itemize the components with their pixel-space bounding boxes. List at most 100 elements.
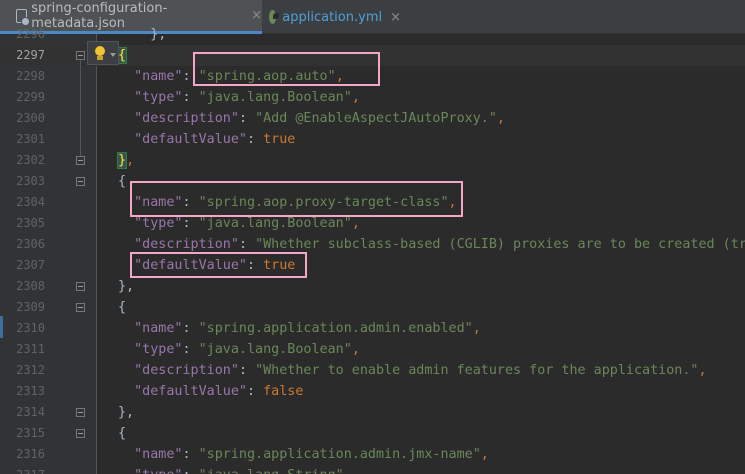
line-number: 2313	[16, 384, 45, 398]
code-token: "Add @EnableAspectJAutoProxy."	[255, 111, 497, 126]
code-line[interactable]: 2314},	[0, 402, 745, 423]
line-number: 2300	[16, 111, 45, 125]
code-token: "Whether to enable admin features for th…	[255, 363, 699, 378]
code-token: "spring.aop.proxy-target-class"	[198, 195, 449, 210]
code-token: }	[116, 152, 128, 169]
code-text: "description": "Whether subclass-based (…	[118, 234, 745, 255]
line-number: 2315	[16, 426, 45, 440]
code-token: "defaultValue"	[134, 132, 247, 147]
code-text: "description": "Add @EnableAspectJAutoPr…	[118, 108, 505, 129]
code-token: :	[183, 468, 199, 474]
code-token: :	[247, 258, 264, 273]
code-line[interactable]: 2306 "description": "Whether subclass-ba…	[0, 234, 745, 255]
code-text: {	[118, 297, 126, 318]
code-token: true	[263, 258, 296, 273]
code-text: "defaultValue": false	[118, 381, 303, 402]
code-line[interactable]: 2309 {	[0, 297, 745, 318]
code-token: :	[182, 90, 199, 105]
code-line[interactable]: 2315 {	[0, 423, 745, 444]
fold-icon[interactable]	[76, 408, 85, 417]
line-number: 2312	[16, 363, 45, 377]
fold-icon[interactable]	[76, 177, 85, 186]
code-token: "defaultValue"	[134, 384, 247, 399]
fold-icon[interactable]	[76, 282, 85, 291]
code-line[interactable]: 2302},	[0, 150, 745, 171]
code-token: "type"	[134, 216, 183, 231]
code-token: ,	[496, 111, 505, 126]
code-token: "Whether subclass-based (CGLIB) proxies …	[255, 237, 745, 252]
code-text: {	[118, 171, 126, 192]
close-icon[interactable]: ×	[390, 10, 401, 25]
code-token: ,	[698, 363, 707, 378]
code-line[interactable]: 2304 "name": "spring.aop.proxy-target-cl…	[0, 192, 745, 213]
code-token: "description"	[134, 363, 239, 378]
line-number: 2308	[16, 279, 45, 293]
code-token: :	[247, 132, 264, 147]
code-token: :	[182, 321, 199, 336]
code-line[interactable]: 2303 {	[0, 171, 745, 192]
fold-icon[interactable]	[76, 51, 85, 60]
line-number: 2309	[16, 300, 45, 314]
ide-window: spring-configuration-metadata.json × app…	[0, 0, 745, 474]
code-line[interactable]: 2316 "name": "spring.application.admin.j…	[0, 444, 745, 465]
code-token: {	[116, 47, 128, 64]
code-token: "spring.application.admin.jmx-name"	[198, 447, 481, 462]
code-line[interactable]: 2300 "description": "Add @EnableAspectJA…	[0, 108, 745, 129]
code-text: "description": "Whether to enable admin …	[118, 360, 707, 381]
code-line[interactable]: 2308},	[0, 276, 745, 297]
code-text: "name": "spring.application.admin.enable…	[118, 318, 481, 339]
tab-label: application.yml	[282, 9, 383, 25]
code-line[interactable]: 2313 "defaultValue": false	[0, 381, 745, 402]
code-token: "java.lang.Boolean"	[198, 216, 352, 231]
code-token: "defaultValue"	[134, 258, 247, 273]
lightbulb-icon	[95, 46, 105, 56]
code-token: ,	[351, 342, 360, 357]
code-line[interactable]: 2307 "defaultValue": true	[0, 255, 745, 276]
code-text: "name": "spring.application.admin.jmx-na…	[118, 444, 489, 465]
code-token: ,	[472, 321, 481, 336]
code-text: },	[116, 150, 134, 171]
code-token: ,	[344, 468, 352, 474]
code-line[interactable]: 2299 "type": "java.lang.Boolean",	[0, 87, 745, 108]
code-line[interactable]: 2310 "name": "spring.application.admin.e…	[0, 318, 745, 339]
code-token: :	[247, 384, 264, 399]
code-token: :	[182, 447, 199, 462]
code-line[interactable]: 2311 "type": "java.lang.Boolean",	[0, 339, 745, 360]
code-token: ,	[351, 90, 360, 105]
fold-icon[interactable]	[76, 156, 85, 165]
line-number: 2296	[16, 27, 45, 41]
line-number: 2311	[16, 342, 45, 356]
code-line[interactable]: 2305 "type": "java.lang.Boolean",	[0, 213, 745, 234]
code-token: },	[118, 27, 167, 42]
code-line[interactable]: 2298 "name": "spring.aop.auto",	[0, 66, 745, 87]
code-line[interactable]: 2312 "description": "Whether to enable a…	[0, 360, 745, 381]
code-token: "java.lang.String"	[199, 468, 344, 474]
code-token: {	[118, 426, 127, 441]
code-token: ,	[448, 195, 457, 210]
intention-bulb-button[interactable]	[87, 41, 119, 65]
code-token: :	[238, 363, 256, 378]
line-number: 2303	[16, 174, 45, 188]
fold-icon[interactable]	[76, 303, 85, 312]
code-text: {	[118, 423, 126, 444]
line-number: 2298	[16, 69, 45, 83]
code-token: "type"	[134, 342, 183, 357]
code-text: },	[118, 24, 166, 45]
code-line[interactable]: 2317 "type": "java.lang.String",	[0, 465, 745, 474]
fold-icon[interactable]	[76, 429, 85, 438]
line-number: 2307	[16, 258, 45, 272]
code-line[interactable]: 2301 "defaultValue": true	[0, 129, 745, 150]
spring-yml-icon	[269, 10, 280, 24]
json-file-icon	[16, 8, 31, 26]
close-icon[interactable]: ×	[251, 8, 262, 23]
code-token: "java.lang.Boolean"	[198, 90, 352, 105]
fold-guide	[80, 58, 81, 158]
code-token: :	[238, 237, 256, 252]
